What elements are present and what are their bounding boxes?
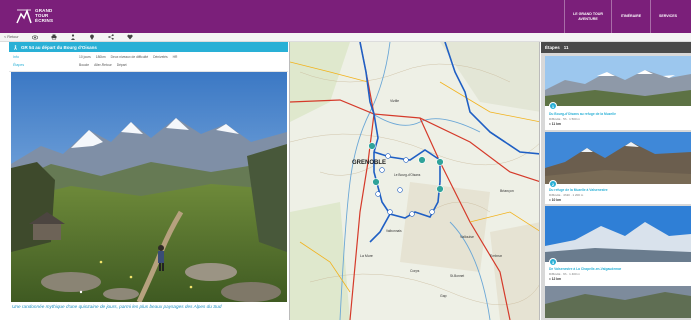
trek-hero-photo [11,72,287,302]
trek-detail-panel: GR 54 au départ du Bourg d'Oisans Info 1… [9,42,288,320]
steps-label: Étapes [13,63,25,67]
hiker-icon [14,44,17,50]
step-title[interactable]: Du refuge de la Muzelle à Valsenestre [549,188,608,192]
site-header: GRAND TOUR ÉCRINS LE GRAND TOUR AVENTURE… [0,0,691,33]
step-card[interactable]: 2 Du refuge de la Muzelle à Valsenestre … [545,132,691,204]
steps-count: 11 [563,45,569,50]
type-loop[interactable]: Boucle [79,63,89,67]
step-number-badge: 2 [549,180,557,188]
topo-map[interactable]: GRENOBLE Vizille La Mure Le Bourg-d'Oisa… [289,42,540,320]
step-photo-next [545,286,691,318]
back-link[interactable]: < Retour [4,35,19,39]
nav-label: SERVICES [658,14,678,19]
step-meta: Difficulté · 6h · 1 400 m [549,272,580,276]
info-duration[interactable]: 10 jours [79,55,91,59]
nav-item-itineraire[interactable]: ITINÉRAIRE [612,0,650,33]
step-photo [545,132,691,184]
trek-type-links: Boucle Aller-Retour Départ [79,63,127,67]
step-number-badge: 1 [549,102,557,110]
info-hr[interactable]: HR [173,55,178,59]
map-label-town: Embrun [490,254,502,258]
nav-label: LE GRAND TOUR [573,12,603,17]
nav-label: ITINÉRAIRE [620,14,642,19]
steps-header-label: Étapes [545,45,560,50]
info-elevation[interactable]: Dénivelés [153,55,167,59]
map-label-town: La Mure [360,254,373,258]
heart-icon[interactable] [127,34,133,40]
map-label-town: Corps [410,269,420,273]
step-meta: Difficulté · 5h · 1 500 m [549,117,580,121]
steps-header: Étapes 11 [541,42,691,53]
print-icon[interactable] [51,34,57,40]
info-distance[interactable]: 180km [96,55,106,59]
step-number-badge: 3 [549,258,557,266]
map-label-town: Gap [440,294,447,298]
trek-meta: Info 10 jours 180km Deux niveaux de diff… [9,52,288,72]
person-icon[interactable] [70,34,76,40]
step-distance: ≈ 11 km [549,122,561,126]
trek-title: GR 54 au départ du Bourg d'Oisans [21,44,97,50]
steps-panel: Étapes 11 1 Du Bourg-d'Oisans au refuge … [541,42,691,320]
step-card[interactable]: 1 Du Bourg-d'Oisans au refuge de la Muze… [545,56,691,130]
step-title[interactable]: De Valsenestre à La Chapelle-en-Valgaude… [549,267,621,271]
map-label-grenoble: GRENOBLE [352,160,386,166]
step-meta: Difficulté · 4h30 · 1 200 m [549,193,584,197]
mountain-logo-icon [16,8,32,24]
map-label-town: Briançon [500,189,514,193]
info-label: Info [13,55,19,59]
map-label-town: Valbonnais [386,229,402,233]
eye-icon[interactable] [31,34,38,40]
map-label-town: Vizille [390,99,399,103]
site-logo[interactable]: GRAND TOUR ÉCRINS [16,5,66,29]
map-pin-icon[interactable] [89,34,95,40]
step-distance: ≈ 12 km [549,277,562,281]
nav-item-services[interactable]: SERVICES [651,0,685,33]
step-card[interactable]: 3 De Valsenestre à La Chapelle-en-Valgau… [545,206,691,318]
map-label-town: Le Bourg-d'Oisans [394,173,421,177]
step-distance: ≈ 10 km [549,198,562,202]
trek-caption: Une randonnée mythique d'une quinzaine d… [12,304,222,309]
step-photo [545,206,691,262]
type-start[interactable]: Départ [117,63,127,67]
main-nav: LE GRAND TOUR AVENTURE ITINÉRAIRE SERVIC… [564,0,685,33]
trek-title-bar: GR 54 au départ du Bourg d'Oisans [9,42,288,52]
share-icon[interactable] [107,34,114,40]
logo-line: ÉCRINS [35,18,54,24]
map-label-town: St-Bonnet [450,274,464,278]
type-return[interactable]: Aller-Retour [94,63,112,67]
logo-text: GRAND TOUR ÉCRINS [35,8,53,24]
toolbar: < Retour [0,33,691,42]
nav-item-grand-tour[interactable]: LE GRAND TOUR AVENTURE [565,0,611,33]
map-canvas: GRENOBLE Vizille La Mure Le Bourg-d'Oisa… [290,42,539,320]
step-photo [545,56,691,106]
trek-info-links: 10 jours 180km Deux niveaux de difficult… [79,55,177,59]
map-label-town: Vallouise [460,235,474,239]
step-title[interactable]: Du Bourg-d'Oisans au refuge de la Muzell… [549,112,616,116]
nav-label: AVENTURE [578,16,598,21]
info-difficulty[interactable]: Deux niveaux de difficulté [111,55,149,59]
